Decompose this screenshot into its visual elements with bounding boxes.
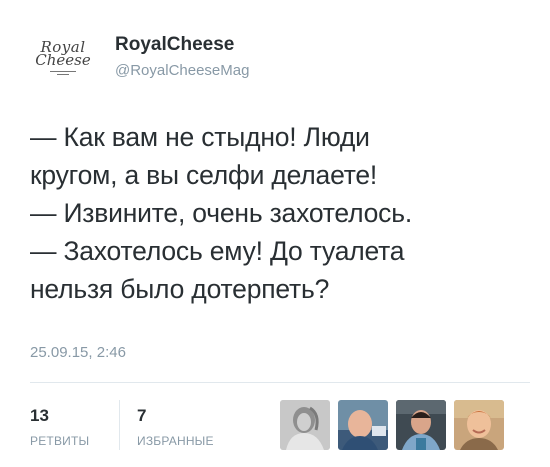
- retweets-label: РЕТВИТЫ: [30, 434, 90, 448]
- logo-underline-short: [57, 74, 69, 75]
- logo-underline: [50, 71, 76, 72]
- tweet-line: кругом, а вы селфи делаете!: [30, 160, 378, 190]
- tweet-line: — Как вам не стыдно! Люди: [30, 122, 370, 152]
- favorites-stat[interactable]: 7 ИЗБРАННЫЕ: [137, 406, 214, 448]
- user-avatar-3-icon[interactable]: [396, 400, 446, 450]
- favorites-count: 7: [137, 406, 147, 425]
- user-avatar-4-icon[interactable]: [454, 400, 504, 450]
- tweet-timestamp[interactable]: 25.09.15, 2:46: [30, 344, 126, 361]
- tweet-header: Royal Cheese RoyalCheese @RoyalCheeseMag: [30, 28, 530, 84]
- royalcheese-logo[interactable]: Royal Cheese: [30, 28, 96, 84]
- tweet-text: — Как вам не стыдно! Люди кругом, а вы с…: [30, 118, 530, 308]
- retweets-count: 13: [30, 406, 49, 425]
- tweet-line: — Извините, очень захотелось.: [30, 198, 412, 228]
- account-handle[interactable]: @RoyalCheeseMag: [115, 62, 249, 79]
- account-name[interactable]: RoyalCheese: [115, 34, 234, 56]
- favorites-label: ИЗБРАННЫЕ: [137, 434, 214, 448]
- divider: [30, 382, 530, 383]
- user-avatar-1-icon[interactable]: [280, 400, 330, 450]
- stats-separator: [119, 400, 120, 450]
- tweet-line: — Захотелось ему! До туалета: [30, 236, 405, 266]
- tweet-line: нельзя было дотерпеть?: [30, 274, 330, 304]
- user-avatar-2-icon[interactable]: [338, 400, 388, 450]
- logo-text-cheese: Cheese: [35, 51, 91, 69]
- retweets-stat[interactable]: 13 РЕТВИТЫ: [30, 406, 89, 448]
